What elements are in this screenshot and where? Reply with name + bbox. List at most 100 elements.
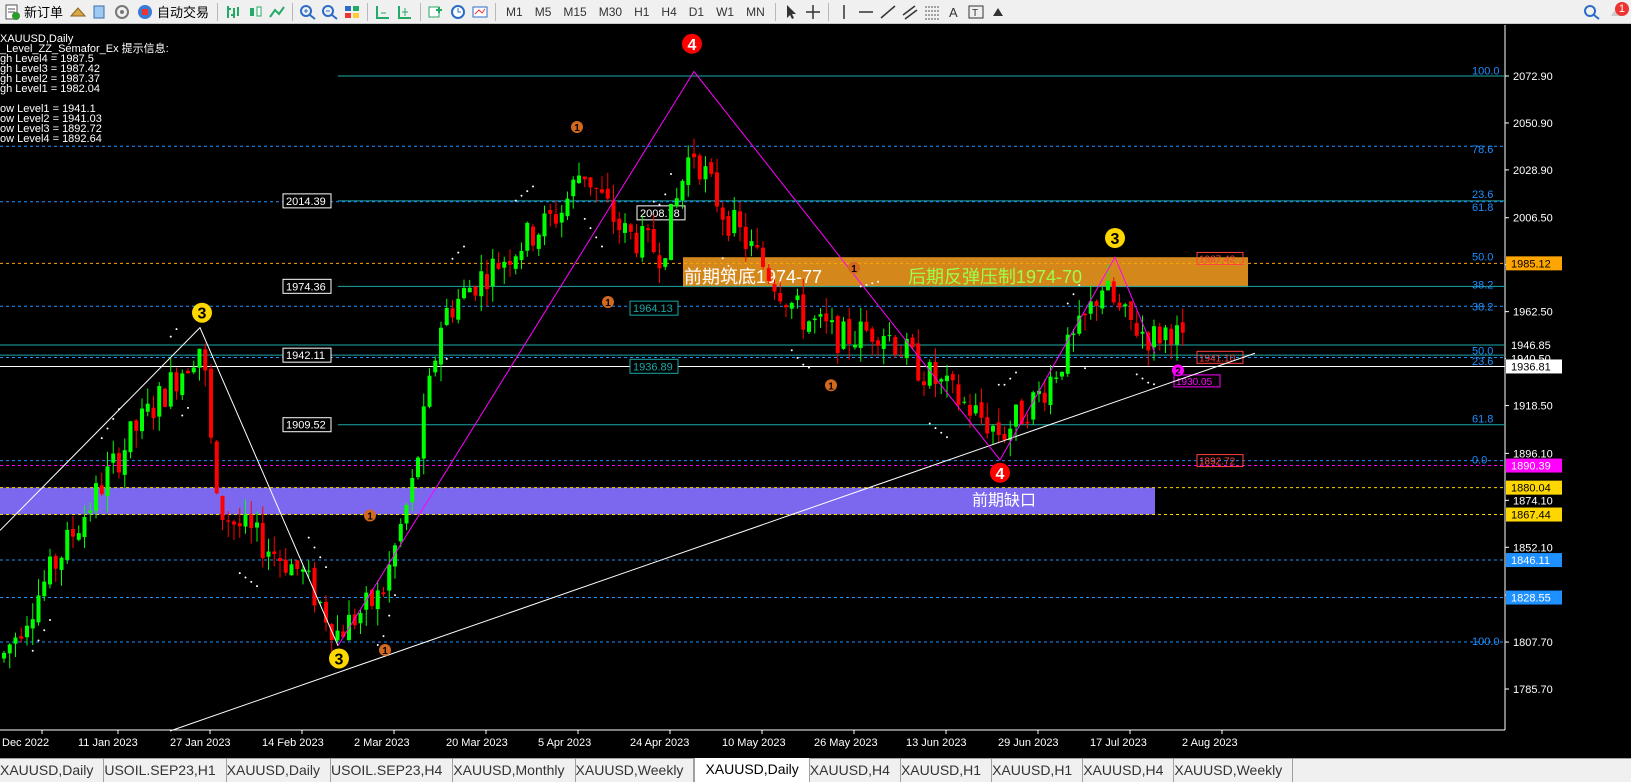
toolbar-separator xyxy=(495,2,497,21)
sar-dot xyxy=(946,436,948,439)
period-clock-icon[interactable] xyxy=(447,1,469,23)
arrows-icon[interactable] xyxy=(987,1,1009,23)
bull-candle xyxy=(542,213,547,237)
bull-candle xyxy=(410,477,415,503)
horizontal-line-icon[interactable] xyxy=(855,1,877,23)
timeframe-mn[interactable]: MN xyxy=(740,1,771,23)
history-center-icon[interactable] xyxy=(89,1,111,23)
sar-dot xyxy=(739,280,741,283)
bear-candle xyxy=(720,207,725,220)
chart-tab[interactable]: XAUUSD,Daily xyxy=(227,759,331,782)
bar-chart-icon[interactable] xyxy=(222,1,244,23)
chart-tab-active[interactable]: XAUUSD,Daily xyxy=(694,758,810,782)
semafor-label: 3 xyxy=(335,651,344,668)
line-chart-icon[interactable] xyxy=(266,1,288,23)
chart-tab[interactable]: XAUUSD,H1 xyxy=(992,759,1084,782)
bear-candle xyxy=(186,370,190,374)
bull-candle xyxy=(387,564,392,591)
timeframe-w1[interactable]: W1 xyxy=(710,1,740,23)
fib-label: 38.2 xyxy=(1472,280,1493,292)
fib-label: 50.0 xyxy=(1472,251,1493,263)
bear-candle xyxy=(835,316,840,353)
chart-shift-icon[interactable] xyxy=(372,1,394,23)
toolbar-separator xyxy=(420,2,422,21)
sar-dot xyxy=(1015,371,1017,374)
bull-candle xyxy=(1054,377,1059,379)
candlestick-icon[interactable] xyxy=(244,1,266,23)
chart-tab[interactable]: XAUUSD,Weekly xyxy=(1174,759,1294,782)
sar-dot xyxy=(1003,383,1006,386)
bull-candle xyxy=(444,308,449,326)
auto-trading-button[interactable]: 自动交易 xyxy=(133,1,213,23)
bear-candle xyxy=(1042,392,1047,403)
bull-candle xyxy=(1014,404,1018,427)
timeframe-d1[interactable]: D1 xyxy=(683,1,710,23)
new-order-button[interactable]: 新订单 xyxy=(0,1,67,23)
zoom-in-icon[interactable] xyxy=(297,1,319,23)
timeframe-m30[interactable]: M30 xyxy=(593,1,628,23)
auto-trading-label: 自动交易 xyxy=(157,5,210,20)
chart-tab[interactable]: USOIL.SEP23,H4 xyxy=(331,759,454,782)
search-icon[interactable] xyxy=(1581,1,1603,23)
price-tick-label: 2028.90 xyxy=(1513,165,1553,177)
crosshair-icon[interactable] xyxy=(802,1,824,23)
zoom-out-icon[interactable] xyxy=(319,1,341,23)
bull-candle xyxy=(421,406,426,459)
text-tool-icon[interactable]: A xyxy=(943,1,965,23)
indicators-icon[interactable] xyxy=(425,1,447,23)
small-price-tag: 1987.42 xyxy=(1199,254,1236,265)
text-label-icon[interactable]: T xyxy=(965,1,987,23)
semafor-label: 1 xyxy=(605,298,611,309)
signals-icon[interactable] xyxy=(111,1,133,23)
market-watch-icon[interactable] xyxy=(67,1,89,23)
tile-windows-icon[interactable] xyxy=(341,1,363,23)
bull-candle xyxy=(398,524,403,542)
fibonacci-icon[interactable] xyxy=(921,1,943,23)
level-label: 1909.52 xyxy=(286,420,326,432)
timeframe-m15[interactable]: M15 xyxy=(557,1,592,23)
svg-text:A: A xyxy=(949,5,958,20)
vertical-line-icon[interactable] xyxy=(833,1,855,23)
templates-icon[interactable] xyxy=(469,1,491,23)
bull-candle xyxy=(128,421,133,453)
fib-label: 61.8 xyxy=(1472,202,1493,214)
sar-dot xyxy=(514,199,517,202)
chart-tab[interactable]: XAUUSD,Monthly xyxy=(453,759,576,782)
chart-tab[interactable]: XAUUSD,H1 xyxy=(901,759,993,782)
trendline-icon[interactable] xyxy=(877,1,899,23)
timeframe-m1[interactable]: M1 xyxy=(500,1,529,23)
channel-icon[interactable] xyxy=(899,1,921,23)
zone-label-bottom: 前期筑底1974-77 xyxy=(684,267,822,287)
price-tick-label: 1962.50 xyxy=(1513,307,1553,319)
bull-candle xyxy=(416,457,420,478)
price-tick-label: 1785.70 xyxy=(1513,684,1553,696)
sar-dot xyxy=(319,556,322,559)
chart-tab[interactable]: XAUUSD,H4 xyxy=(810,759,901,782)
time-tick-label: Dec 2022 xyxy=(2,737,49,749)
bull-candle xyxy=(157,386,162,417)
price-chart[interactable]: 2072.902050.902028.902006.501984.501962.… xyxy=(0,25,1631,758)
cursor-icon[interactable] xyxy=(780,1,802,23)
notifications-icon[interactable]: 1 xyxy=(1603,1,1631,23)
bull-candle xyxy=(462,287,466,299)
chart-tab[interactable]: USOIL.SEP23,H1 xyxy=(104,759,227,782)
bear-candle xyxy=(312,567,317,606)
auto-scroll-icon[interactable] xyxy=(394,1,416,23)
bull-candle xyxy=(180,373,185,396)
chart-tab[interactable]: XAUUSD,Daily xyxy=(0,759,105,782)
timeframe-h1[interactable]: H1 xyxy=(628,1,655,23)
semafor-label: 1 xyxy=(574,123,580,134)
time-tick-label: 11 Jan 2023 xyxy=(78,737,138,749)
timeframe-h4[interactable]: H4 xyxy=(655,1,682,23)
bear-candle xyxy=(979,402,984,418)
bear-candle xyxy=(496,262,501,269)
timeframe-m5[interactable]: M5 xyxy=(529,1,558,23)
sar-dot xyxy=(940,431,943,434)
chart-canvas[interactable]: 2072.902050.902028.902006.501984.501962.… xyxy=(0,25,1631,758)
chart-tab[interactable]: XAUUSD,Weekly xyxy=(576,759,695,782)
toolbar-separator xyxy=(827,2,829,21)
toolbar-separator xyxy=(217,2,219,21)
chart-tab[interactable]: XAUUSD,H4 xyxy=(1083,759,1175,782)
bull-candle xyxy=(841,321,846,349)
bear-candle xyxy=(1094,301,1099,307)
